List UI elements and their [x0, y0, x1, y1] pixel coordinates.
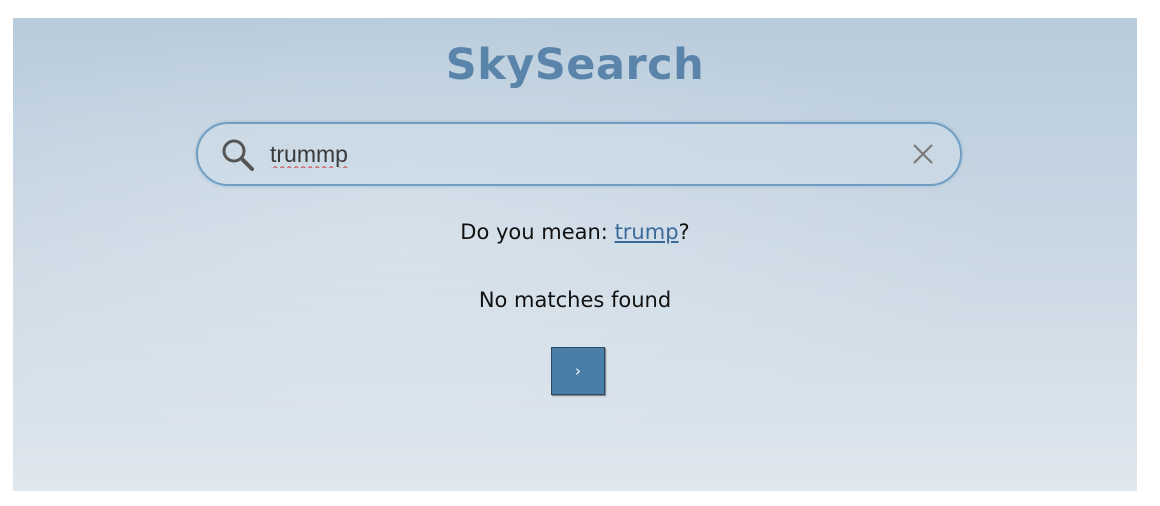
suggestion-link[interactable]: trump [615, 220, 679, 244]
suggestion-suffix: ? [678, 220, 690, 244]
search-bar[interactable] [196, 122, 962, 186]
close-icon[interactable] [910, 141, 936, 167]
search-input[interactable] [270, 136, 830, 172]
suggestion-prefix: Do you mean: [460, 220, 615, 244]
search-icon[interactable] [220, 137, 256, 173]
main-panel: SkySearch Do you mean: trump? No matches… [13, 18, 1137, 491]
no-results-message: No matches found [478, 288, 672, 312]
did-you-mean: Do you mean: trump? [13, 220, 1137, 244]
next-page-button[interactable]: › [551, 347, 605, 395]
app-title: SkySearch [445, 40, 705, 90]
